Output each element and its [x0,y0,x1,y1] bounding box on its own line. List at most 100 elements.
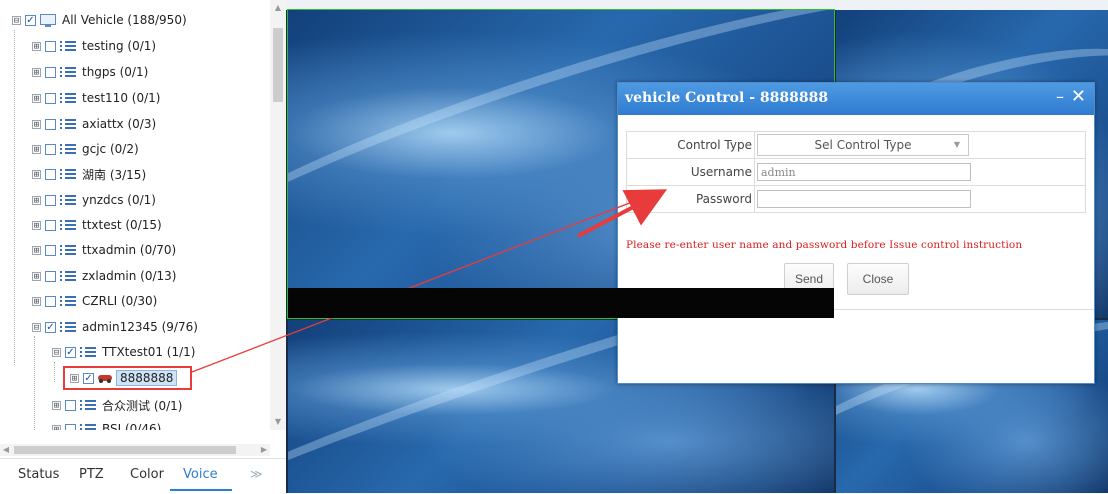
tree-guide-line [54,362,55,382]
checkbox-icon[interactable] [65,399,76,411]
annotation-highlight-box [63,366,192,390]
tree-item-label: ttxadmin (0/70) [82,243,177,257]
scroll-right-icon[interactable]: ▶ [258,444,270,456]
tree-item-ttxadmin[interactable]: ⊞ ttxadmin (0/70) [32,240,176,260]
video-pane-status-bar [288,288,834,318]
expand-icon[interactable]: ⊞ [32,220,41,230]
checkbox-icon[interactable] [45,295,56,307]
tree-item-label: 合众测试 (0/1) [102,398,183,413]
close-button[interactable]: Close [847,263,909,295]
checkbox-icon[interactable] [45,168,56,180]
tree-item-label: testing (0/1) [82,39,157,53]
monitor-icon [40,13,56,27]
tree-item-label: ttxtest (0/15) [82,218,162,232]
tree-item-ynzdcs[interactable]: ⊞ ynzdcs (0/1) [32,190,156,210]
checkbox-icon[interactable] [45,270,56,282]
tree-vertical-scrollbar[interactable]: ▲ ▼ [270,0,286,430]
tree-item-hezhong[interactable]: ⊞ 合众测试 (0/1) [52,395,183,415]
expand-icon[interactable]: ⊞ [32,93,41,103]
list-icon [60,194,76,206]
double-chevron-down-icon[interactable]: ≫ [250,467,263,481]
tree-horizontal-scrollbar[interactable]: ◀ ▶ [0,444,270,456]
list-icon [60,40,76,52]
tree-item-label: ynzdcs (0/1) [82,193,156,207]
checkbox-icon[interactable] [45,219,56,231]
tree-item-admin12345[interactable]: ⊟ ✓ admin12345 (9/76) [32,317,198,337]
tree-item-axiattx[interactable]: ⊞ axiattx (0/3) [32,114,156,134]
checkbox-icon[interactable] [45,40,56,52]
tree-item-zxladmin[interactable]: ⊞ zxladmin (0/13) [32,266,176,286]
scrollbar-thumb[interactable] [273,28,283,102]
collapse-icon[interactable]: ⊟ [12,15,21,25]
expand-icon[interactable]: ⊞ [32,245,41,255]
expand-icon[interactable]: ⊞ [32,169,41,179]
list-icon [80,346,96,358]
tree-item-label: 湖南 (3/15) [82,167,147,182]
dialog-title: vehicle Control - 8888888 [625,90,829,106]
tree-item-label: axiattx (0/3) [82,117,157,131]
checkbox-checked-icon[interactable]: ✓ [65,346,76,358]
tree-item-label: TTXtest01 (1/1) [102,345,196,359]
bottom-tab-bar: Status PTZ Color Voice ≫ [0,458,286,494]
checkbox-icon[interactable] [45,194,56,206]
checkbox-icon[interactable] [45,118,56,130]
minimize-icon[interactable]: – [1056,87,1064,106]
checkbox-icon[interactable] [45,244,56,256]
list-icon [80,399,96,411]
checkbox-icon[interactable] [65,423,76,430]
tree-item-testing[interactable]: ⊞ testing (0/1) [32,36,156,56]
tree-guide-line [34,336,35,430]
tree-item-gcjc[interactable]: ⊞ gcjc (0/2) [32,139,139,159]
checkbox-checked-icon[interactable]: ✓ [25,14,36,26]
tree-item-czrli[interactable]: ⊞ CZRLI (0/30) [32,291,157,311]
control-type-value: Sel Control Type [814,138,912,152]
scroll-up-icon[interactable]: ▲ [270,0,286,16]
control-type-cell: Sel Control Type ▼ [754,131,1086,159]
checkbox-icon[interactable] [45,143,56,155]
checkbox-icon[interactable] [45,66,56,78]
list-icon [60,270,76,282]
tab-status[interactable]: Status [18,467,59,482]
username-cell [754,158,1086,186]
tree-item-label: BSJ (0/46) [102,422,162,430]
username-field[interactable] [757,163,971,181]
checkbox-checked-icon[interactable]: ✓ [45,321,56,333]
expand-icon[interactable]: ⊞ [52,424,61,430]
tree-root-label: All Vehicle (188/950) [62,13,187,27]
scroll-down-icon[interactable]: ▼ [270,414,286,430]
expand-icon[interactable]: ⊞ [32,144,41,154]
dialog-header[interactable]: vehicle Control - 8888888 – ✕ [618,83,1094,115]
tree-root-all-vehicle[interactable]: ⊟ ✓ All Vehicle (188/950) [12,10,187,30]
control-type-select[interactable]: Sel Control Type ▼ [757,134,969,156]
scroll-left-icon[interactable]: ◀ [0,444,12,456]
list-icon [60,118,76,130]
password-field[interactable] [757,190,971,208]
expand-icon[interactable]: ⊞ [32,119,41,129]
tree-item-ttxtest[interactable]: ⊞ ttxtest (0/15) [32,215,162,235]
tree-item-test110[interactable]: ⊞ test110 (0/1) [32,88,160,108]
tree-item-ttxtest01[interactable]: ⊟ ✓ TTXtest01 (1/1) [52,342,195,362]
expand-icon[interactable]: ⊞ [32,195,41,205]
tree-item-label: zxladmin (0/13) [82,269,177,283]
tab-ptz[interactable]: PTZ [79,467,104,482]
tree-item-thgps[interactable]: ⊞ thgps (0/1) [32,62,148,82]
expand-icon[interactable]: ⊞ [32,296,41,306]
scrollbar-thumb[interactable] [14,446,236,454]
close-icon[interactable]: ✕ [1071,86,1086,107]
expand-icon[interactable]: ⊞ [52,400,61,410]
expand-icon[interactable]: ⊞ [32,271,41,281]
vehicle-control-dialog: vehicle Control - 8888888 – ✕ Control Ty… [617,82,1095,384]
tree-item-bsj[interactable]: ⊞ BSJ (0/46) [52,419,161,430]
collapse-icon[interactable]: ⊟ [52,347,61,357]
list-icon [60,295,76,307]
video-top-strip [286,0,1108,10]
tab-color[interactable]: Color [130,467,164,482]
checkbox-icon[interactable] [45,92,56,104]
expand-icon[interactable]: ⊞ [32,41,41,51]
tab-voice[interactable]: Voice [183,467,218,482]
expand-icon[interactable]: ⊞ [32,67,41,77]
collapse-icon[interactable]: ⊟ [32,322,41,332]
list-icon [60,244,76,256]
tree-item-hunan[interactable]: ⊞ 湖南 (3/15) [32,164,146,184]
tree-item-label: admin12345 (9/76) [82,320,198,334]
